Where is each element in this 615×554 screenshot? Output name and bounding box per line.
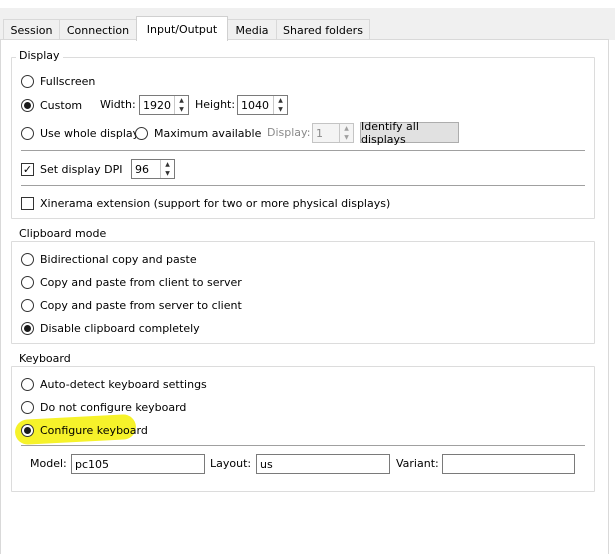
- width-down-icon[interactable]: ▼: [175, 105, 188, 114]
- display-divider-2: [21, 185, 585, 186]
- keyboard-label-do-not-configure: Do not configure keyboard: [40, 400, 187, 414]
- dpi-down-icon[interactable]: ▼: [161, 169, 174, 178]
- clipboard-radio-bidirectional[interactable]: [21, 252, 34, 266]
- height-up-icon[interactable]: ▲: [274, 96, 287, 105]
- model-field[interactable]: pc105: [71, 454, 205, 474]
- whole-display-option[interactable]: Use whole display: [21, 124, 139, 142]
- height-stepper[interactable]: 1040 ▲ ▼: [237, 95, 288, 115]
- display-group-title: Display: [16, 49, 63, 62]
- clipboard-option-bidirectional[interactable]: Bidirectional copy and paste: [21, 250, 197, 268]
- whole-display-label: Use whole display: [40, 126, 140, 140]
- model-label: Model:: [30, 457, 67, 470]
- keyboard-label-configure: Configure keyboard: [40, 423, 148, 437]
- tab-media[interactable]: Media: [227, 19, 277, 40]
- clipboard-option-client-to-server[interactable]: Copy and paste from client to server: [21, 273, 242, 291]
- keyboard-divider: [21, 445, 585, 446]
- dpi-stepper[interactable]: 96 ▲ ▼: [131, 159, 175, 179]
- xinerama-checkbox[interactable]: [21, 196, 34, 210]
- keyboard-group-title: Keyboard: [16, 352, 74, 365]
- height-label: Height:: [195, 98, 236, 111]
- width-value: 1920: [143, 98, 171, 112]
- layout-label: Layout:: [210, 457, 252, 470]
- keyboard-radio-auto-detect[interactable]: [21, 377, 34, 391]
- display-number-stepper[interactable]: 1 ▲ ▼: [312, 123, 354, 143]
- maximum-available-label: Maximum available: [154, 126, 262, 140]
- variant-label: Variant:: [396, 457, 439, 470]
- keyboard-label-auto-detect: Auto-detect keyboard settings: [40, 377, 207, 391]
- width-stepper[interactable]: 1920 ▲ ▼: [139, 95, 189, 115]
- custom-option[interactable]: Custom: [21, 96, 82, 114]
- keyboard-radio-configure[interactable]: [21, 423, 34, 437]
- clipboard-radio-disable[interactable]: [21, 321, 34, 335]
- tab-session[interactable]: Session: [3, 19, 60, 40]
- keyboard-option-configure[interactable]: Configure keyboard: [21, 421, 148, 439]
- display-divider-1: [21, 150, 585, 151]
- clipboard-option-disable[interactable]: Disable clipboard completely: [21, 319, 200, 337]
- clipboard-label-client-to-server: Copy and paste from client to server: [40, 275, 242, 289]
- xinerama-option[interactable]: Xinerama extension (support for two or m…: [21, 194, 390, 212]
- clipboard-option-server-to-client[interactable]: Copy and paste from server to client: [21, 296, 242, 314]
- clipboard-label-server-to-client: Copy and paste from server to client: [40, 298, 242, 312]
- height-value: 1040: [241, 98, 269, 112]
- custom-radio[interactable]: [21, 98, 34, 112]
- display-number-label: Display:: [267, 126, 311, 139]
- fullscreen-radio[interactable]: [21, 74, 34, 88]
- tab-connection[interactable]: Connection: [59, 19, 137, 40]
- set-dpi-label: Set display DPI: [40, 162, 123, 176]
- height-down-icon[interactable]: ▼: [274, 105, 287, 114]
- maximum-available-radio[interactable]: [135, 126, 148, 140]
- clipboard-radio-client-to-server[interactable]: [21, 275, 34, 289]
- display-number-value: 1: [316, 126, 323, 140]
- keyboard-radio-do-not-configure[interactable]: [21, 400, 34, 414]
- tab-input-output[interactable]: Input/Output: [136, 16, 228, 41]
- clipboard-label-disable: Disable clipboard completely: [40, 321, 200, 335]
- whole-display-radio[interactable]: [21, 126, 34, 140]
- maximum-available-option[interactable]: Maximum available: [135, 124, 261, 142]
- layout-field[interactable]: us: [256, 454, 390, 474]
- clipboard-label-bidirectional: Bidirectional copy and paste: [40, 252, 197, 266]
- dpi-up-icon[interactable]: ▲: [161, 160, 174, 169]
- xinerama-label: Xinerama extension (support for two or m…: [40, 196, 391, 210]
- fullscreen-option[interactable]: Fullscreen: [21, 72, 95, 90]
- clipboard-group-title: Clipboard mode: [16, 227, 110, 240]
- variant-field[interactable]: [442, 454, 575, 474]
- width-label: Width:: [100, 98, 136, 111]
- identify-all-displays-button[interactable]: Identify all displays: [360, 120, 459, 146]
- display-up-icon[interactable]: ▲: [340, 124, 353, 133]
- custom-label: Custom: [40, 98, 83, 112]
- window-top-strip: [0, 0, 615, 8]
- set-dpi-checkbox[interactable]: ✓: [21, 162, 34, 176]
- tab-shared-folders[interactable]: Shared folders: [276, 19, 370, 40]
- width-up-icon[interactable]: ▲: [175, 96, 188, 105]
- set-dpi-option[interactable]: ✓ Set display DPI: [21, 160, 122, 178]
- clipboard-radio-server-to-client[interactable]: [21, 298, 34, 312]
- dpi-value: 96: [135, 162, 149, 176]
- keyboard-option-auto-detect[interactable]: Auto-detect keyboard settings: [21, 375, 207, 393]
- display-down-icon[interactable]: ▼: [340, 133, 353, 142]
- keyboard-option-do-not-configure[interactable]: Do not configure keyboard: [21, 398, 186, 416]
- fullscreen-label: Fullscreen: [40, 74, 96, 88]
